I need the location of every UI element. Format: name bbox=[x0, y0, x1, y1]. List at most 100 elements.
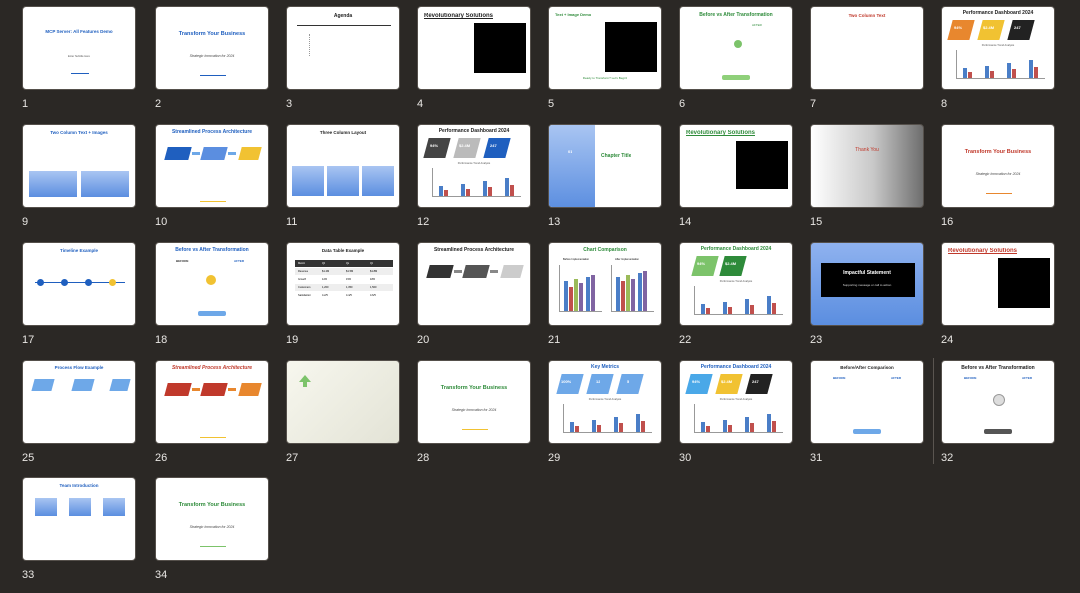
table-cell: Revenue bbox=[298, 270, 309, 273]
slide-number: 28 bbox=[417, 452, 430, 464]
slide-thumbnail-8[interactable]: Performance Dashboard 2024 94% $2.4M 247… bbox=[941, 6, 1059, 122]
kpi-value: 5 bbox=[627, 379, 630, 384]
table-cell: 12% bbox=[322, 278, 328, 281]
slide-thumbnail-31[interactable]: Before/After Comparison BEFORE AFTER 31 bbox=[810, 360, 928, 476]
slide-title: Process Flow Example bbox=[54, 365, 104, 370]
slide-thumbnail-3[interactable]: Agenda 3 bbox=[286, 6, 404, 122]
table-header-cell: Metric bbox=[298, 262, 306, 265]
slide-title: Performance Dashboard 2024 bbox=[438, 128, 510, 134]
slide-thumbnail-16[interactable]: Transform Your Business Strategic Innova… bbox=[941, 124, 1059, 240]
slide-title: Two Column Text bbox=[848, 13, 886, 18]
slide-number: 15 bbox=[810, 216, 823, 228]
slide-number: 3 bbox=[286, 98, 293, 110]
chart-title: Performance Trend Analysis bbox=[588, 398, 622, 401]
slide-thumbnail-20[interactable]: Streamlined Process Architecture 20 bbox=[417, 242, 535, 358]
slide-thumbnail-12[interactable]: Performance Dashboard 2024 94% $2.4M 247… bbox=[417, 124, 535, 240]
before-label: BEFORE bbox=[833, 376, 846, 380]
chart-title: Performance Trend Analysis bbox=[981, 44, 1015, 47]
slide-title: Revolutionary Solutions bbox=[424, 13, 494, 19]
slide-title: Before vs After Transformation bbox=[961, 365, 1035, 371]
slide-thumbnail-11[interactable]: Three Column Layout 11 bbox=[286, 124, 404, 240]
slide-thumbnail-15[interactable]: Thank You 15 bbox=[810, 124, 928, 240]
slide-thumbnail-23[interactable]: Impactful Statement Supporting message o… bbox=[810, 242, 928, 358]
slide-subtitle: Strategic Innovation for 2024 bbox=[975, 172, 1021, 176]
slide-thumbnail-25[interactable]: Process Flow Example 25 bbox=[22, 360, 140, 476]
slide-title: Transform Your Business bbox=[440, 385, 508, 391]
right-chart-label: After Implementation bbox=[615, 258, 639, 261]
table-cell: $1.2M bbox=[322, 270, 330, 273]
slide-thumbnail-33[interactable]: Team Introduction 33 bbox=[22, 477, 140, 593]
slide-thumbnail-7[interactable]: Two Column Text 7 bbox=[810, 6, 928, 122]
slide-caption: Ready to Transform? Let's Begin! bbox=[582, 76, 628, 80]
slide-number: 17 bbox=[22, 334, 35, 346]
slide-thumbnail-4[interactable]: Revolutionary Solutions 4 bbox=[417, 6, 535, 122]
slide-thumbnail-6[interactable]: Before vs After Transformation AFTER 6 bbox=[679, 6, 797, 122]
slide-thumbnail-24[interactable]: Revolutionary Solutions 24 bbox=[941, 242, 1059, 358]
after-label: AFTER bbox=[891, 376, 901, 380]
slide-subtitle: Strategic Innovation for 2024 bbox=[189, 54, 235, 58]
slide-number: 9 bbox=[22, 216, 29, 228]
table-header-cell: Q3 bbox=[370, 262, 374, 265]
image-placeholder bbox=[736, 141, 788, 189]
slide-number: 27 bbox=[286, 452, 299, 464]
slide-number: 5 bbox=[548, 98, 555, 110]
slide-thumbnail-28[interactable]: Transform Your Business Strategic Innova… bbox=[417, 360, 535, 476]
slide-title: Chapter Title bbox=[601, 153, 632, 159]
slide-title: MCP Server: All Features Demo bbox=[45, 29, 113, 34]
slide-title: Chart Comparison bbox=[583, 247, 627, 253]
slide-thumbnail-1[interactable]: MCP Server: All Features Demo Enter Subt… bbox=[22, 6, 140, 122]
slide-number: 33 bbox=[22, 569, 35, 581]
slide-thumbnail-5[interactable]: Text + Image Demo Ready to Transform? Le… bbox=[548, 6, 666, 122]
slide-title: Before vs After Transformation bbox=[175, 247, 249, 253]
slide-thumbnail-30[interactable]: Performance Dashboard 2024 94% $2.4M 247… bbox=[679, 360, 797, 476]
slide-thumbnail-34[interactable]: Transform Your Business Strategic Innova… bbox=[155, 477, 273, 593]
slide-thumbnail-32[interactable]: Before vs After Transformation BEFORE AF… bbox=[941, 360, 1059, 476]
slide-number: 29 bbox=[548, 452, 561, 464]
slide-thumbnail-14[interactable]: Revolutionary Solutions 14 bbox=[679, 124, 797, 240]
slide-title: Revolutionary Solutions bbox=[948, 248, 1018, 254]
chart-title: Performance Trend Analysis bbox=[457, 162, 491, 165]
table-cell: 1,200 bbox=[322, 286, 329, 289]
slide-title: Data Table Example bbox=[321, 248, 365, 253]
left-chart-label: Before Implementation bbox=[563, 258, 590, 261]
slide-number: 12 bbox=[417, 216, 430, 228]
slide-thumbnail-26[interactable]: Streamlined Process Architecture 26 bbox=[155, 360, 273, 476]
slide-number: 23 bbox=[810, 334, 823, 346]
chart-title: Performance Trend Analysis bbox=[719, 280, 753, 283]
slide-thumbnail-2[interactable]: Transform Your Business Strategic Innova… bbox=[155, 6, 273, 122]
slide-number: 19 bbox=[286, 334, 299, 346]
slide-thumbnail-29[interactable]: Key Metrics 100% 12 5 Performance Trend … bbox=[548, 360, 666, 476]
slide-thumbnail-9[interactable]: Two Column Text + Images 9 bbox=[22, 124, 140, 240]
slide-thumbnail-19[interactable]: Data Table Example Metric Q1 Q2 Q3 Reven… bbox=[286, 242, 404, 358]
after-label: AFTER bbox=[1022, 376, 1032, 380]
image-placeholder bbox=[998, 258, 1050, 308]
image-placeholder bbox=[474, 23, 526, 73]
table-cell: 1,500 bbox=[370, 286, 377, 289]
slide-title: Transform Your Business bbox=[178, 502, 246, 508]
slide-sorter-grid: MCP Server: All Features Demo Enter Subt… bbox=[0, 0, 1080, 581]
slide-thumbnail-21[interactable]: Chart Comparison Before Implementation A… bbox=[548, 242, 666, 358]
kpi-value: $2.4M bbox=[725, 261, 737, 266]
slide-thumbnail-13[interactable]: 01 Chapter Title 13 bbox=[548, 124, 666, 240]
kpi-value: 12 bbox=[596, 379, 601, 384]
slide-number: 32 bbox=[941, 452, 954, 464]
kpi-value: 247 bbox=[752, 379, 759, 384]
table-cell: 15% bbox=[346, 278, 352, 281]
chapter-number: 01 bbox=[568, 149, 573, 154]
slide-thumbnail-17[interactable]: Timeline Example 17 bbox=[22, 242, 140, 358]
slide-number: 16 bbox=[941, 216, 954, 228]
kpi-value: 94% bbox=[954, 25, 963, 30]
slide-number: 20 bbox=[417, 334, 430, 346]
slide-thumbnail-22[interactable]: Performance Dashboard 2024 94% $2.4M Per… bbox=[679, 242, 797, 358]
slide-title: Streamlined Process Architecture bbox=[433, 247, 515, 253]
slide-number: 31 bbox=[810, 452, 823, 464]
slide-thumbnail-18[interactable]: Before vs After Transformation BEFORE AF… bbox=[155, 242, 273, 358]
slide-number: 24 bbox=[941, 334, 954, 346]
slide-thumbnail-10[interactable]: Streamlined Process Architecture 10 bbox=[155, 124, 273, 240]
slide-thumbnail-27[interactable]: 27 bbox=[286, 360, 404, 476]
image-placeholder bbox=[605, 22, 657, 72]
drop-indicator bbox=[933, 358, 934, 464]
table-cell: Customers bbox=[298, 286, 311, 289]
slide-number: 25 bbox=[22, 452, 35, 464]
slide-number: 8 bbox=[941, 98, 948, 110]
